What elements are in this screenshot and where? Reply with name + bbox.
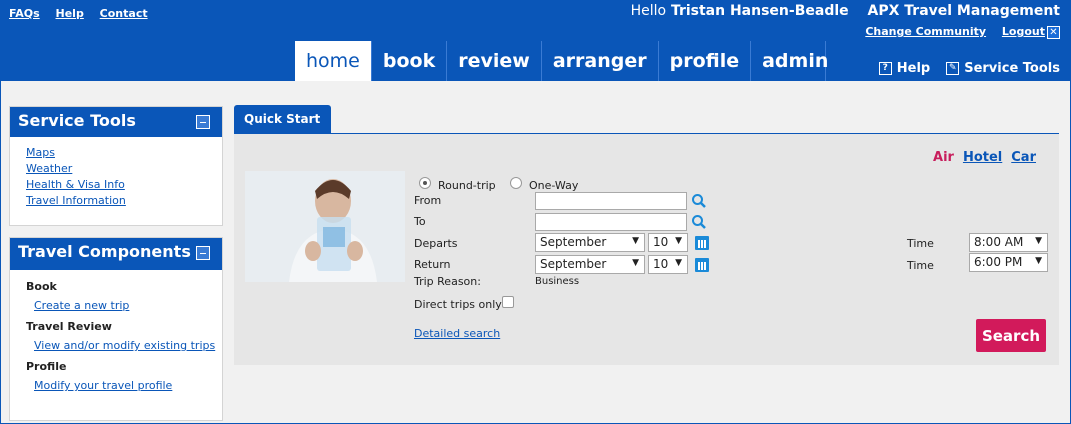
top-links: FAQs Help Contact bbox=[9, 7, 160, 20]
weather-link[interactable]: Weather bbox=[26, 161, 222, 177]
departs-time-value: 8:00 AM bbox=[974, 235, 1024, 249]
chevron-down-icon: ▼ bbox=[632, 258, 639, 268]
departs-time-select[interactable]: 8:00 AM ▼ bbox=[969, 233, 1048, 252]
trip-reason-value: Business bbox=[535, 276, 580, 287]
quick-start-tab[interactable]: Quick Start bbox=[234, 105, 331, 133]
to-input[interactable] bbox=[535, 213, 687, 231]
create-trip-link[interactable]: Create a new trip bbox=[34, 299, 222, 312]
close-icon: ✕ bbox=[1047, 25, 1060, 39]
search-icon[interactable] bbox=[691, 193, 707, 209]
direct-trips-label: Direct trips only bbox=[414, 298, 502, 311]
round-trip-label: Round-trip bbox=[438, 179, 496, 192]
chevron-down-icon: ▼ bbox=[1035, 256, 1042, 266]
calendar-icon[interactable] bbox=[695, 258, 709, 272]
travel-components-panel: Travel Components Book Create a new trip… bbox=[9, 237, 223, 421]
travel-components-list: Book Create a new trip Travel Review Vie… bbox=[10, 270, 222, 392]
change-community-link[interactable]: Change Community bbox=[865, 25, 986, 38]
nav-utilities: ? Help ✎ Service Tools bbox=[878, 61, 1060, 76]
book-heading: Book bbox=[26, 280, 57, 293]
calendar-icon[interactable] bbox=[695, 236, 709, 250]
user-greeting: Hello Tristan Hansen-Beadle APX Travel M… bbox=[631, 3, 1060, 19]
account-links: Change Community Logout ✕ bbox=[853, 25, 1060, 39]
service-tools-header: Service Tools bbox=[10, 107, 222, 137]
profile-heading: Profile bbox=[26, 360, 67, 373]
travel-components-header: Travel Components bbox=[10, 238, 222, 270]
departs-day-select[interactable]: 10 ▼ bbox=[648, 233, 688, 252]
traveler-photo bbox=[245, 171, 405, 282]
departs-month-select[interactable]: September ▼ bbox=[535, 233, 645, 252]
service-tools-panel: Service Tools Maps Weather Health & Visa… bbox=[9, 106, 223, 226]
modify-profile-link[interactable]: Modify your travel profile bbox=[34, 379, 222, 392]
tab-profile[interactable]: profile bbox=[657, 41, 751, 81]
mode-air[interactable]: Air bbox=[933, 150, 954, 165]
service-tools-label: Service Tools bbox=[964, 61, 1060, 76]
user-name: Tristan Hansen-Beadle bbox=[670, 3, 849, 19]
edit-icon: ✎ bbox=[946, 62, 960, 75]
search-icon[interactable] bbox=[691, 214, 707, 230]
travel-information-link[interactable]: Travel Information bbox=[26, 193, 222, 209]
tab-review[interactable]: review bbox=[446, 41, 541, 81]
chevron-down-icon: ▼ bbox=[675, 236, 682, 246]
detailed-search-link[interactable]: Detailed search bbox=[414, 327, 500, 340]
from-label: From bbox=[414, 194, 442, 207]
tab-book[interactable]: book bbox=[370, 41, 446, 81]
return-month-value: September bbox=[540, 257, 607, 271]
logout-label: Logout bbox=[1001, 25, 1045, 38]
departs-day-value: 10 bbox=[653, 235, 669, 249]
chevron-down-icon: ▼ bbox=[675, 258, 682, 268]
one-way-label: One-Way bbox=[529, 179, 579, 192]
mode-hotel[interactable]: Hotel bbox=[963, 150, 1002, 165]
round-trip-radio[interactable] bbox=[419, 177, 431, 189]
return-label: Return bbox=[414, 258, 451, 271]
chevron-down-icon: ▼ bbox=[1035, 236, 1042, 246]
return-time-select[interactable]: 6:00 PM ▼ bbox=[969, 253, 1048, 272]
travel-review-heading: Travel Review bbox=[26, 320, 112, 333]
tab-home[interactable]: home bbox=[295, 41, 371, 81]
return-time-label: Time bbox=[907, 259, 934, 272]
mode-selector: Air Hotel Car bbox=[933, 150, 1036, 165]
help-label: Help bbox=[896, 61, 931, 76]
search-button[interactable]: Search bbox=[976, 319, 1046, 352]
chevron-down-icon: ▼ bbox=[632, 236, 639, 246]
tab-arranger[interactable]: arranger bbox=[540, 41, 658, 81]
health-visa-link[interactable]: Health & Visa Info bbox=[26, 177, 222, 193]
logout-link[interactable]: Logout ✕ bbox=[1001, 25, 1060, 39]
greeting-text: Hello bbox=[630, 3, 667, 19]
app-name: APX Travel Management bbox=[867, 3, 1060, 19]
app-frame: FAQs Help Contact Hello Tristan Hansen-B… bbox=[0, 0, 1071, 424]
maps-link[interactable]: Maps bbox=[26, 145, 222, 161]
main-nav: home book review arranger profile admin bbox=[295, 41, 828, 81]
direct-trips-checkbox[interactable] bbox=[502, 296, 514, 308]
service-tools-links: Maps Weather Health & Visa Info Travel I… bbox=[10, 137, 222, 209]
help-button[interactable]: ? Help bbox=[878, 61, 931, 76]
return-day-value: 10 bbox=[653, 257, 669, 271]
collapse-icon[interactable] bbox=[196, 246, 210, 260]
from-input[interactable] bbox=[535, 192, 687, 210]
view-trips-link[interactable]: View and/or modify existing trips bbox=[34, 339, 222, 352]
top-bar: FAQs Help Contact Hello Tristan Hansen-B… bbox=[1, 1, 1071, 81]
tab-admin[interactable]: admin bbox=[750, 41, 828, 81]
departs-time-label: Time bbox=[907, 237, 934, 250]
service-tools-title: Service Tools bbox=[18, 111, 136, 130]
departs-month-value: September bbox=[540, 235, 607, 249]
collapse-icon[interactable] bbox=[196, 115, 210, 129]
faqs-link[interactable]: FAQs bbox=[9, 7, 40, 20]
mode-car[interactable]: Car bbox=[1011, 150, 1036, 165]
return-time-value: 6:00 PM bbox=[974, 255, 1023, 269]
travel-components-title: Travel Components bbox=[18, 242, 191, 261]
to-label: To bbox=[414, 215, 426, 228]
help-link[interactable]: Help bbox=[56, 7, 84, 20]
return-day-select[interactable]: 10 ▼ bbox=[648, 255, 688, 274]
trip-reason-label: Trip Reason: bbox=[414, 275, 481, 288]
departs-label: Departs bbox=[414, 237, 458, 250]
one-way-radio[interactable] bbox=[510, 177, 522, 189]
service-tools-button[interactable]: ✎ Service Tools bbox=[946, 61, 1060, 76]
contact-link[interactable]: Contact bbox=[100, 7, 148, 20]
return-month-select[interactable]: September ▼ bbox=[535, 255, 645, 274]
question-icon: ? bbox=[878, 62, 892, 75]
